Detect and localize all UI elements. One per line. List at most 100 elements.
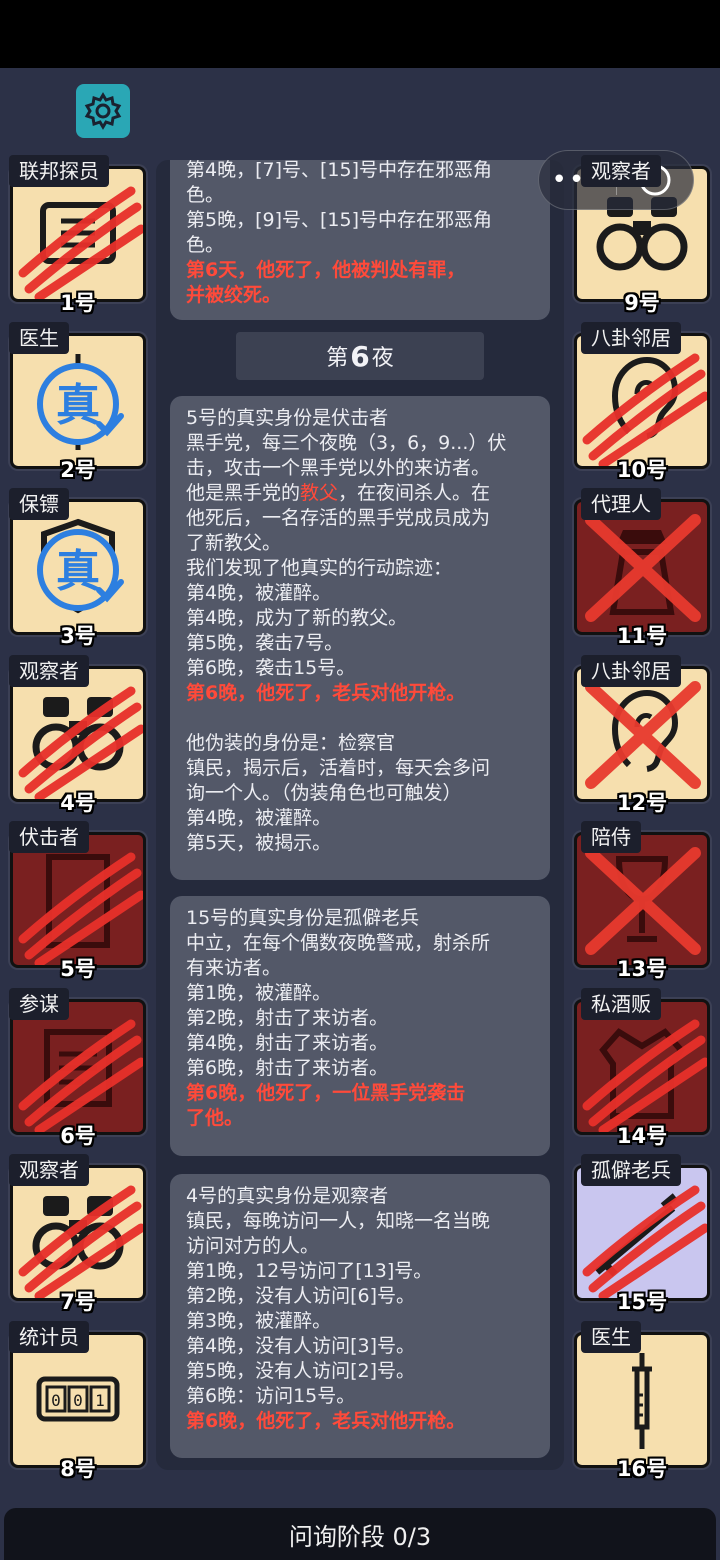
player-number: 3号 — [60, 624, 96, 648]
log-card-previous: 第4晚，[7]号、[15]号中存在邪恶角 色。 第5晚，[9]号、[15]号中存… — [170, 160, 550, 320]
role-label: 参谋 — [9, 987, 69, 1020]
role-label: 陪侍 — [581, 821, 641, 853]
player-card[interactable]: 陪侍 13号 — [574, 821, 710, 981]
game-log-panel[interactable]: 第4晚，[7]号、[15]号中存在邪恶角 色。 第5晚，[9]号、[15]号中存… — [156, 160, 564, 1470]
log-line: 镇民，每晚访问一人，知晓一名当晚 — [186, 1210, 491, 1232]
log-line: 第4晚，射击了来访者。 — [186, 1032, 389, 1054]
role-label: 联邦探员 — [9, 155, 109, 187]
log-card-player-5: 5号的真实身份是伏击者 黑手党，每三个夜晚（3，6，9...）伏 击，攻击一个黑… — [170, 396, 550, 880]
door-icon — [46, 854, 110, 948]
log-death-line: 第6天，他死了，他被判处有罪， — [186, 259, 466, 281]
svg-text:0: 0 — [51, 1391, 61, 1410]
log-text: 他是黑手党的 — [186, 482, 301, 504]
log-line: 第1晚，被灌醉。 — [186, 982, 332, 1004]
highlight-godfather: 教父 — [300, 482, 339, 504]
log-line: 他死后，一名存活的黑手党成员成为 — [186, 507, 491, 529]
log-death-line: 并被绞死。 — [186, 284, 282, 306]
role-label: 代理人 — [581, 488, 661, 520]
player-number: 2号 — [60, 457, 96, 482]
log-line: 第4晚，没有人访问[3]号。 — [186, 1335, 416, 1357]
log-line: 第4晚，被灌醉。 — [186, 807, 332, 829]
role-label: 医生 — [581, 1320, 641, 1353]
log-line: 有来访者。 — [186, 957, 282, 979]
player-number: 5号 — [60, 957, 96, 981]
log-line: 第6晚，射击了来访者。 — [186, 1057, 389, 1079]
fingerprint-scanner-icon — [40, 202, 116, 264]
log-card-player-15: 15号的真实身份是孤僻老兵 中立，在每个偶数夜晚警戒，射杀所 有来访者。 第1晚… — [170, 896, 550, 1156]
log-line: 第1晚，12号访问了[13]号。 — [186, 1260, 433, 1282]
log-line: 第4晚，被灌醉。 — [186, 582, 332, 604]
log-death-line: 第6晚，他死了，一位黑手党袭击 — [186, 1082, 466, 1104]
log-line: 中立，在每个偶数夜晚警戒，射杀所 — [186, 932, 491, 954]
role-label: 保镖 — [9, 488, 69, 520]
gear-icon — [84, 92, 122, 130]
settings-button[interactable] — [76, 84, 130, 138]
player-card[interactable]: 私酒贩 14号 — [574, 987, 710, 1148]
player-number: 7号 — [60, 1290, 96, 1314]
player-number: 9号 — [624, 291, 660, 315]
log-line: 询一个人。（伪装角色也可触发） — [186, 782, 462, 804]
log-line: 第5晚，[9]号、[15]号中存在邪恶角 — [186, 209, 493, 231]
player-card[interactable]: 伏击者 5号 — [9, 821, 146, 981]
player-number: 16号 — [616, 1456, 668, 1481]
log-line: 第4晚，[7]号、[15]号中存在邪恶角 — [186, 160, 493, 181]
player-card[interactable]: 医生 真 2号 — [9, 321, 146, 482]
player-card[interactable]: 参谋 6号 — [9, 987, 146, 1148]
player-number: 15号 — [616, 1290, 668, 1314]
player-card[interactable]: 医生 16号 — [574, 1320, 710, 1481]
log-line: 色。 — [186, 234, 225, 256]
player-number: 13号 — [616, 957, 668, 981]
log-death-line: 第6晚，他死了，老兵对他开枪。 — [186, 1410, 466, 1432]
log-line: 5号的真实身份是伏击者 — [186, 407, 389, 429]
log-line: 15号的真实身份是孤僻老兵 — [186, 907, 420, 929]
player-card[interactable]: 八卦邻居 12号 — [574, 654, 710, 815]
player-number: 4号 — [60, 790, 96, 815]
binoculars-icon — [32, 696, 124, 770]
svg-text:1: 1 — [95, 1391, 105, 1410]
log-death-line: 了他。 — [186, 1107, 244, 1129]
log-line: 他是黑手党的教父，在夜间杀人。在 — [186, 481, 534, 506]
log-line: 击，攻击一个黑手党以外的来访者。 — [186, 457, 491, 479]
log-line: 第4晚，成为了新的教父。 — [186, 607, 408, 629]
player-number: 8号 — [60, 1456, 96, 1481]
role-label: 八卦邻居 — [581, 321, 681, 354]
wine-glass-icon — [615, 856, 669, 942]
ear-icon — [611, 356, 679, 439]
log-line: 色。 — [186, 184, 225, 206]
player-card[interactable]: 观察者 4号 — [9, 654, 146, 815]
player-number: 12号 — [616, 790, 668, 815]
log-line: 4号的真实身份是观察者 — [186, 1185, 389, 1207]
log-line: 第2晚，没有人访问[6]号。 — [186, 1285, 416, 1307]
log-line: 黑手党，每三个夜晚（3，6，9...）伏 — [186, 432, 507, 454]
night-prefix: 第 — [326, 346, 349, 371]
player-card[interactable]: 孤僻老兵 15号 — [574, 1154, 710, 1314]
coat-icon — [599, 1027, 685, 1119]
log-line: 访问对方的人。 — [186, 1235, 320, 1257]
night-divider: 第 6 夜 — [236, 332, 484, 380]
document-icon — [44, 1028, 112, 1107]
log-death-line: 第6晚，他死了，老兵对他开枪。 — [186, 682, 466, 704]
role-label: 医生 — [9, 321, 69, 354]
ear-icon — [611, 689, 679, 772]
log-text: ，在夜间杀人。在 — [338, 482, 491, 504]
svg-text:0: 0 — [73, 1391, 83, 1410]
player-card[interactable]: 统计员 0 0 1 8号 — [9, 1320, 146, 1481]
player-card[interactable]: 代理人 11号 — [574, 488, 710, 648]
player-number: 11号 — [616, 624, 668, 648]
log-line: 了新教父。 — [186, 532, 282, 554]
player-card[interactable]: 观察者 7号 — [9, 1154, 146, 1314]
player-card[interactable]: 保镖 真 3号 — [9, 488, 146, 648]
log-line: 第5晚，袭击7号。 — [186, 632, 344, 654]
syringe-icon — [632, 1352, 652, 1449]
rifle-icon — [594, 1193, 678, 1277]
night-number: 6 — [350, 339, 370, 373]
log-line: 第6晚，袭击15号。 — [186, 657, 356, 679]
binoculars-icon — [32, 1196, 124, 1270]
phase-label: 问询阶段 0/3 — [288, 1522, 432, 1551]
role-label: 孤僻老兵 — [581, 1154, 681, 1186]
player-card[interactable]: 联邦探员 1号 — [9, 155, 146, 315]
player-number: 14号 — [616, 1123, 668, 1148]
player-card[interactable]: 八卦邻居 10号 — [574, 321, 710, 482]
night-suffix: 夜 — [371, 346, 394, 371]
phase-bar: 问询阶段 0/3 — [4, 1508, 716, 1560]
